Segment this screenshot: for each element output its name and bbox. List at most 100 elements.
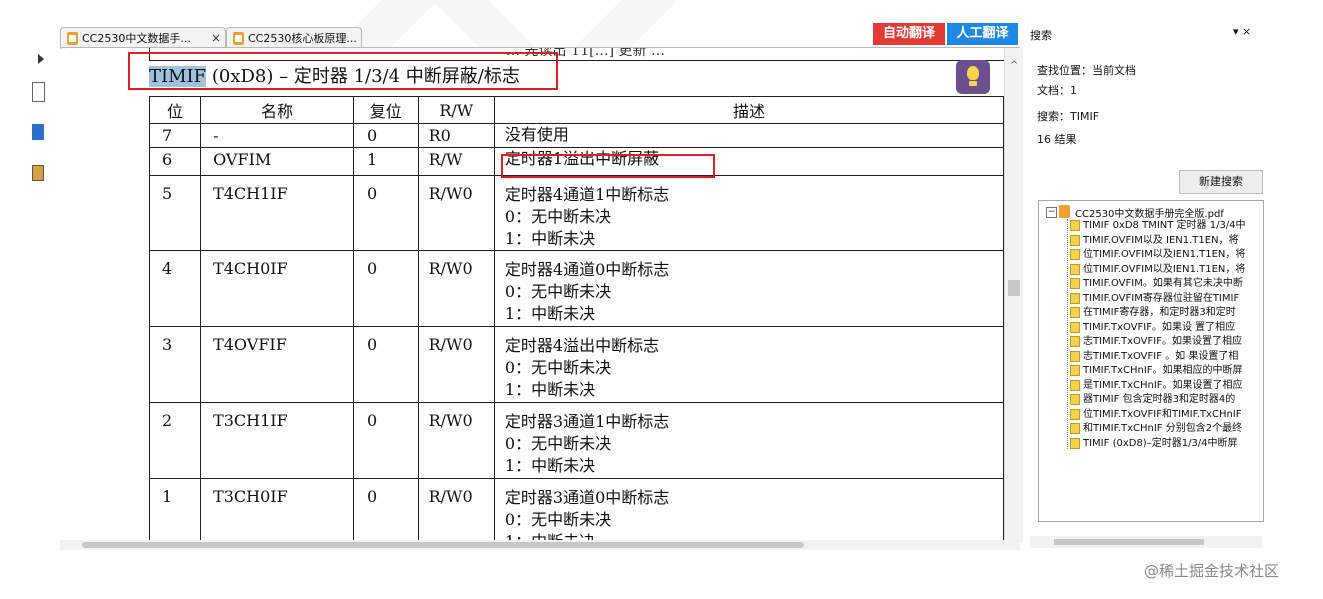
panel-controls[interactable]: ▾ ×	[1233, 25, 1251, 38]
cell-description: 定时器3通道1中断标志 0：无中断未决 1：中断未决	[493, 402, 1004, 479]
document-viewer[interactable]: … 先读出 T1[…] 更新 … TIMIF (0xD8) – 定时器 1/3/…	[66, 48, 1004, 540]
cell-bit: 5	[148, 175, 202, 251]
human-translate-button[interactable]: 人工翻译	[947, 23, 1018, 45]
result-icon	[1070, 307, 1080, 318]
result-icon	[1070, 278, 1080, 289]
cell-description: 没有使用	[493, 123, 1004, 148]
panel-horizontal-scrollbar[interactable]	[1030, 536, 1262, 548]
cell-rw-text: R/W0	[428, 411, 473, 430]
search-result-item[interactable]: 是TIMIF.TxCHnIF。如果设置了相应	[1083, 379, 1243, 392]
search-result-item[interactable]: 器TIMIF 包含定时器3和定时器4的	[1083, 393, 1235, 406]
search-result-item[interactable]: TIMIF.OVFIM以及 IEN1.T1EN，将	[1083, 234, 1239, 247]
search-result-item[interactable]: 在TIMIF寄存器，和定时器3和定时	[1083, 306, 1236, 319]
cell-rw: R/W0	[417, 175, 495, 251]
result-icon	[1070, 437, 1080, 449]
cell-name-text: T4CH1IF	[213, 184, 288, 203]
scroll-thumb[interactable]	[82, 542, 804, 548]
new-search-button[interactable]: 新建搜索	[1179, 170, 1263, 194]
page-icon[interactable]	[32, 82, 45, 102]
table-header-row: 位 名称 复位 R/W 描述	[148, 96, 1004, 124]
search-result-item[interactable]: 位TIMIF.OVFIM以及IEN1.T1EN，将	[1083, 248, 1245, 261]
cell-bit: 3	[148, 326, 202, 403]
auto-translate-button[interactable]: 自动翻译	[873, 23, 945, 45]
search-results-list[interactable]: − CC2530中文数据手册完全版.pdf TIMIF 0xD8 TMINT 定…	[1038, 200, 1264, 522]
annotation-box-ovfim	[501, 154, 715, 178]
cell-rw-text: R/W0	[428, 184, 473, 203]
scroll-thumb[interactable]	[1054, 539, 1204, 545]
cell-rw: R0	[417, 123, 495, 148]
header-name: 名称	[200, 96, 354, 124]
cell-reset-text: 0	[366, 335, 378, 354]
cell-description: 定时器3通道0中断标志 0：无中断未决 1：中断未决	[493, 478, 1004, 540]
result-count: 16 结果	[1037, 133, 1077, 146]
cell-name-text: T3CH0IF	[213, 487, 288, 506]
attachment-icon[interactable]	[32, 165, 44, 181]
cell-bit: 2	[148, 402, 202, 479]
cell-rw-text: R/W0	[428, 487, 473, 506]
description-line: 0：无中断未决	[504, 510, 612, 529]
vertical-scrollbar[interactable]: ^	[1004, 48, 1023, 543]
tree-line	[1067, 219, 1068, 449]
cell-name-text: T4OVFIF	[213, 335, 287, 354]
collapse-icon[interactable]: −	[1046, 207, 1057, 218]
cell-name: T3CH0IF	[200, 478, 354, 540]
result-icon	[1070, 249, 1080, 260]
cell-reset-text: 0	[366, 411, 378, 430]
cell-name-text: OVFIM	[213, 150, 272, 169]
cell-rw: R/W0	[417, 326, 495, 403]
pdf-icon	[67, 32, 78, 45]
cell-name: T4OVFIF	[200, 326, 354, 403]
search-result-item[interactable]: 志TIMIF.TxOVFIF。如果设置了相应	[1083, 335, 1242, 348]
cell-rw-text: R0	[428, 126, 451, 145]
search-result-item[interactable]: 志TIMIF.TxOVFIF 。如 果设置了相	[1083, 350, 1238, 363]
pdf-icon	[1059, 205, 1070, 218]
search-result-item[interactable]: TIMIF.OVFIM寄存器位驻留在TIMIF	[1083, 292, 1239, 305]
description-line: 0：无中断未决	[504, 207, 612, 226]
description-line: 定时器3通道0中断标志	[504, 488, 670, 507]
tab-cc2530-schematic[interactable]: CC2530核心板原理...	[226, 27, 362, 49]
expand-arrow-icon[interactable]	[38, 54, 44, 64]
cell-bit-text: 4	[162, 259, 173, 278]
search-result-item[interactable]: 和TIMIF.TxCHnIF 分别包含2个最终	[1083, 422, 1242, 435]
cell-name: T4CH0IF	[200, 250, 354, 327]
search-result-item[interactable]: 位TIMIF.TxOVFIF和TIMIF.TxCHnIF	[1083, 408, 1242, 421]
cell-rw: R/W	[417, 147, 495, 176]
cell-bit-text: 3	[162, 335, 173, 354]
result-icon	[1070, 234, 1080, 246]
cell-reset: 0	[352, 250, 419, 327]
cell-name: -	[200, 123, 354, 148]
description-line: 1：中断未决	[504, 380, 596, 399]
search-result-item[interactable]: TIMIF.TxCHnIF。如果相应的中断屏	[1083, 364, 1243, 377]
cell-bit: 4	[148, 250, 202, 327]
search-result-item[interactable]: TIMIF 0xD8 TMINT 定时器 1/3/4中	[1083, 219, 1246, 232]
description-line: 1：中断未决	[504, 229, 596, 248]
scroll-up-icon[interactable]: ^	[1010, 60, 1018, 71]
result-file-name[interactable]: CC2530中文数据手册完全版.pdf	[1075, 205, 1224, 220]
result-icon	[1070, 365, 1080, 376]
result-icon	[1070, 292, 1080, 304]
cell-name: OVFIM	[200, 147, 354, 176]
lightbulb-icon[interactable]	[956, 60, 990, 94]
cell-reset: 0	[352, 326, 419, 403]
search-result-item[interactable]: TIMIF.TxOVFIF。如果设 置了相应	[1083, 321, 1235, 334]
result-icon	[1070, 263, 1080, 275]
close-icon[interactable]: ×	[211, 28, 221, 49]
tab-cc2530-datasheet[interactable]: CC2530中文数据手... ×	[60, 27, 226, 49]
cell-rw: R/W0	[417, 478, 495, 540]
search-result-item[interactable]: TIMIF (0xD8)–定时器1/3/4中断屏	[1083, 437, 1238, 450]
description-line: 0：无中断未决	[504, 282, 612, 301]
panel-title: 搜索	[1030, 29, 1052, 42]
cell-reset-text: 0	[366, 126, 378, 145]
search-result-item[interactable]: TIMIF.OVFIM。如果有其它未决中断	[1083, 277, 1243, 290]
result-icon	[1070, 423, 1080, 434]
table-row: 7 - 0 R0 没有使用	[148, 123, 1004, 148]
scroll-thumb[interactable]	[1008, 280, 1020, 296]
cell-reset-text: 1	[366, 150, 378, 169]
cell-reset-text: 0	[366, 487, 378, 506]
table-row: 3 T4OVFIF 0 R/W0 定时器4溢出中断标志 0：无中断未决 1：中断未决	[148, 326, 1004, 403]
bookmark-icon[interactable]	[32, 124, 44, 140]
cell-reset: 0	[352, 402, 419, 479]
search-result-item[interactable]: 位TIMIF.OVFIM以及IEN1.T1EN，将	[1083, 263, 1245, 276]
horizontal-scrollbar[interactable]	[60, 540, 1020, 550]
result-icon	[1070, 379, 1080, 391]
